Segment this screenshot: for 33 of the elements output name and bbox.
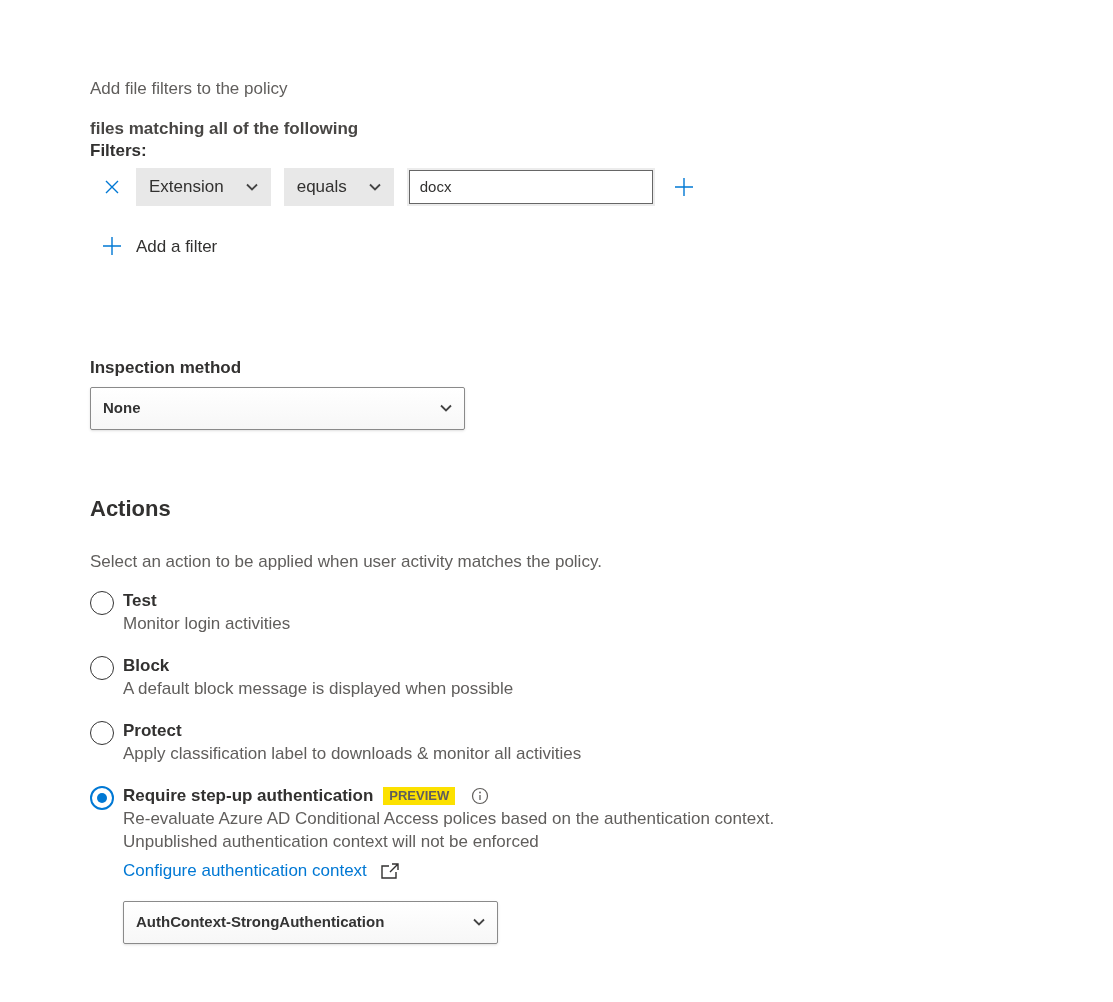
caret-icon bbox=[440, 404, 452, 412]
radio-button[interactable] bbox=[90, 786, 114, 810]
option-description: Monitor login activities bbox=[123, 613, 291, 635]
inspection-dropdown[interactable]: None bbox=[90, 386, 465, 430]
add-icon bbox=[673, 176, 694, 197]
option-description: Unpublished authentication context will not be enforced bbox=[123, 831, 540, 853]
caret-icon bbox=[473, 918, 485, 926]
match-label: files matching all of the following bbox=[90, 117, 360, 140]
actions-heading: Actions bbox=[90, 494, 172, 523]
value-input[interactable]: docx bbox=[408, 169, 653, 204]
close-icon[interactable] bbox=[104, 178, 120, 195]
add-filter-button[interactable]: Add a filter bbox=[102, 233, 218, 259]
option-description: Re-evaluate Azure AD Conditional Access polices based on the authentication context. bbox=[123, 808, 775, 830]
filters-label: Filters: bbox=[90, 139, 148, 162]
caret-icon bbox=[245, 182, 258, 191]
option-description: A default block message is displayed when possible bbox=[123, 678, 514, 700]
operator-dropdown[interactable]: equals bbox=[283, 167, 394, 206]
option-description: Apply classification label to downloads & monitor all activities bbox=[123, 743, 582, 765]
option-label: Require step-up authentication bbox=[123, 785, 374, 807]
configure-link[interactable]: Configure authentication context bbox=[123, 858, 367, 884]
caret-icon bbox=[368, 182, 381, 191]
external-link-icon bbox=[380, 862, 399, 879]
add-icon bbox=[102, 236, 122, 257]
section-intro: Add file filters to the policy bbox=[90, 78, 289, 100]
inspection-label: Inspection method bbox=[90, 357, 243, 379]
actions-description: Select an action to be applied when user activity matches the policy. bbox=[90, 550, 603, 573]
option-label: Block bbox=[123, 655, 170, 677]
info-icon[interactable] bbox=[471, 787, 490, 805]
preview-badge: PREVIEW bbox=[383, 787, 456, 805]
auth-context-dropdown[interactable]: AuthContext-StrongAuthentication bbox=[123, 900, 498, 944]
option-label: Test bbox=[123, 590, 157, 612]
field-dropdown[interactable]: Extension bbox=[136, 167, 271, 206]
option-label: Protect bbox=[123, 720, 182, 742]
